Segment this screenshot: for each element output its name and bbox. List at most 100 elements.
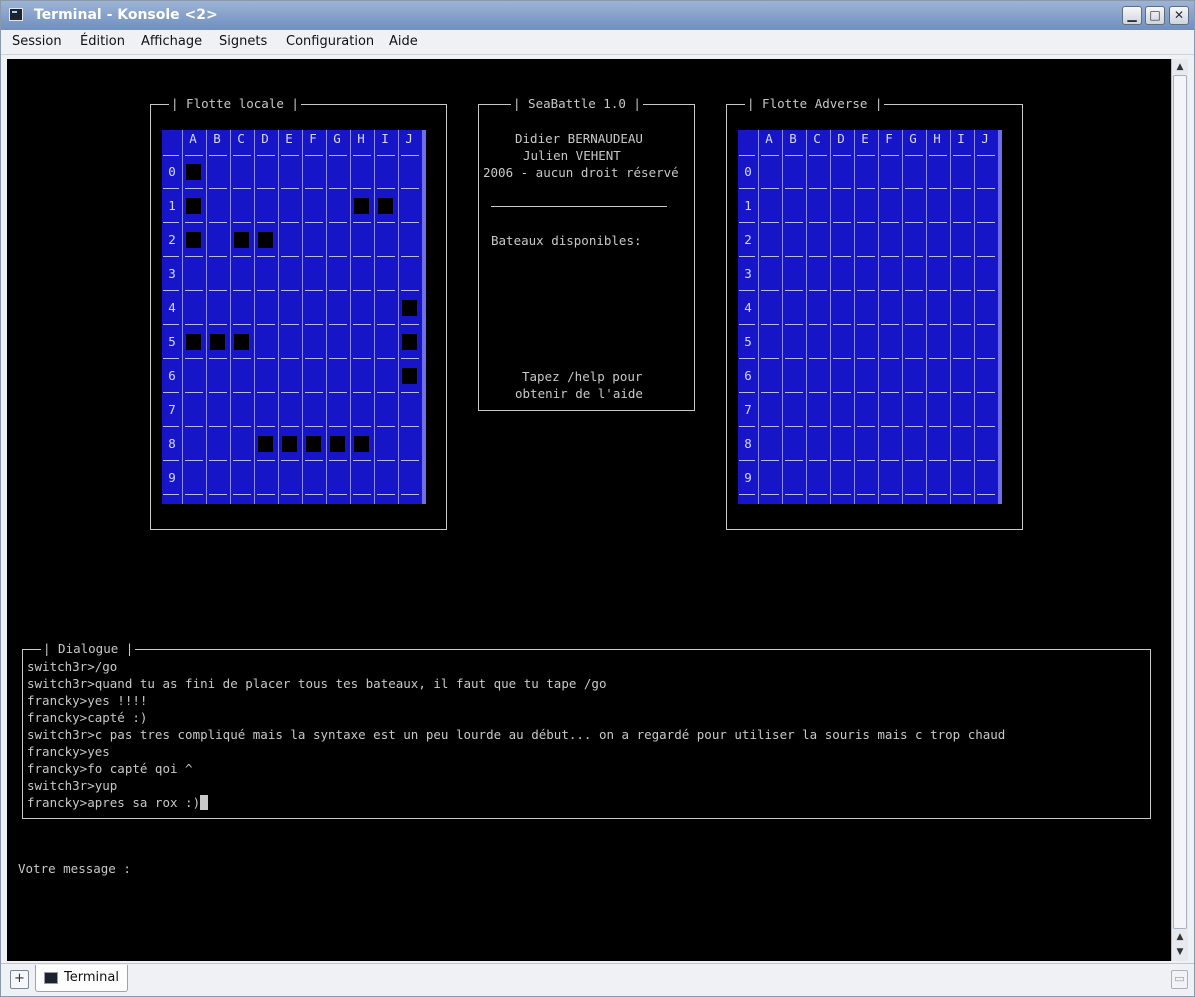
dialogue-line: switch3r>/go xyxy=(27,659,118,674)
close-tab-button[interactable]: ▭ xyxy=(1171,970,1188,989)
grid-line xyxy=(257,222,275,223)
grid-line xyxy=(163,324,179,325)
local-ship-cell[interactable] xyxy=(234,232,249,248)
terminal-screen[interactable]: | Flotte locale | A B C D E F G H I J 0 1 2 3 4 5 6 7 8 9 |… xyxy=(7,59,1171,961)
local-ship-cell[interactable] xyxy=(186,198,201,214)
adverse-col-header: A xyxy=(765,131,773,146)
grid-line xyxy=(257,460,275,461)
local-ship-cell[interactable] xyxy=(402,368,417,384)
vertical-scrollbar[interactable]: ▲ ▲ ▼ xyxy=(1171,59,1188,961)
menu-signets[interactable]: Signets xyxy=(219,34,267,49)
grid-line xyxy=(305,460,323,461)
grid-line xyxy=(305,222,323,223)
local-ship-cell[interactable] xyxy=(330,436,345,452)
adverse-fleet-title: | Flotte Adverse | xyxy=(745,96,885,112)
grid-line xyxy=(233,426,251,427)
grid-line xyxy=(739,324,755,325)
grid-line xyxy=(953,222,971,223)
local-row-header: 1 xyxy=(168,198,176,213)
grid-line xyxy=(163,188,179,189)
message-input[interactable] xyxy=(147,857,1157,877)
grid-line xyxy=(785,324,803,325)
title-bar[interactable]: Terminal - Konsole <2> ▁ □ ✕ xyxy=(1,1,1194,30)
grid-line xyxy=(977,188,995,189)
grid-line xyxy=(857,155,875,156)
local-ship-cell[interactable] xyxy=(258,232,273,248)
grid-line xyxy=(785,494,803,495)
grid-line xyxy=(857,188,875,189)
close-window-button[interactable]: ✕ xyxy=(1169,6,1189,25)
grid-line xyxy=(761,222,779,223)
new-tab-button[interactable]: + xyxy=(10,970,29,989)
grid-line xyxy=(401,392,419,393)
local-ship-cell[interactable] xyxy=(402,300,417,316)
menu-affichage[interactable]: Affichage xyxy=(141,34,202,49)
tab-terminal[interactable]: Terminal xyxy=(35,965,128,992)
minimize-button[interactable]: ▁ xyxy=(1122,6,1142,25)
local-row-header: 8 xyxy=(168,436,176,451)
local-ship-cell[interactable] xyxy=(210,334,225,350)
author-1: Didier BERNAUDEAU xyxy=(515,131,643,146)
local-ship-cell[interactable] xyxy=(258,436,273,452)
grid-line xyxy=(977,358,995,359)
grid-line xyxy=(881,494,899,495)
scroll-up-icon[interactable]: ▲ xyxy=(1173,60,1187,74)
grid-line xyxy=(257,426,275,427)
terminal-app-icon[interactable] xyxy=(9,8,23,21)
grid-line xyxy=(257,256,275,257)
menu-aide[interactable]: Aide xyxy=(389,34,418,49)
grid-line xyxy=(377,188,395,189)
grid-line xyxy=(785,358,803,359)
grid-line xyxy=(257,188,275,189)
grid-line xyxy=(281,494,299,495)
local-row-header: 9 xyxy=(168,470,176,485)
local-ship-cell[interactable] xyxy=(306,436,321,452)
adverse-col-header: I xyxy=(957,131,965,146)
grid-line xyxy=(305,256,323,257)
local-ship-cell[interactable] xyxy=(186,164,201,180)
local-ship-cell[interactable] xyxy=(186,232,201,248)
local-ship-cell[interactable] xyxy=(234,334,249,350)
scroll-down-icon[interactable]: ▼ xyxy=(1173,945,1187,959)
grid-line xyxy=(833,256,851,257)
scrollbar-thumb[interactable] xyxy=(1173,75,1187,929)
local-col-header: D xyxy=(261,131,269,146)
scroll-up-icon[interactable]: ▲ xyxy=(1173,930,1187,944)
local-fleet-board[interactable]: A B C D E F G H I J 0 1 2 3 4 5 6 7 8 9 xyxy=(162,130,426,504)
grid-line xyxy=(209,324,227,325)
grid-line xyxy=(185,188,203,189)
grid-line xyxy=(377,155,395,156)
dialogue-line: switch3r>c pas tres compliqué mais la sy… xyxy=(27,727,1006,742)
menu-edition[interactable]: Édition xyxy=(80,34,125,49)
grid-line xyxy=(809,324,827,325)
grid-line xyxy=(857,222,875,223)
maximize-button[interactable]: □ xyxy=(1145,6,1165,25)
menu-configuration[interactable]: Configuration xyxy=(286,34,374,49)
local-ship-cell[interactable] xyxy=(354,436,369,452)
grid-line xyxy=(857,358,875,359)
grid-line xyxy=(302,130,303,504)
grid-line xyxy=(257,392,275,393)
grid-line xyxy=(401,222,419,223)
menu-session[interactable]: Session xyxy=(12,34,62,49)
local-row-header: 7 xyxy=(168,402,176,417)
grid-line xyxy=(329,392,347,393)
adverse-fleet-board[interactable]: A B C D E F G H I J 0 1 2 3 4 5 6 7 8 9 xyxy=(738,130,1002,504)
grid-line xyxy=(929,155,947,156)
grid-line xyxy=(233,256,251,257)
message-prompt-label: Votre message : xyxy=(18,861,131,876)
local-ship-cell[interactable] xyxy=(282,436,297,452)
local-ship-cell[interactable] xyxy=(186,334,201,350)
help-line-1: Tapez /help pour xyxy=(522,369,643,384)
local-ship-cell[interactable] xyxy=(402,334,417,350)
grid-line xyxy=(857,324,875,325)
grid-line xyxy=(833,222,851,223)
grid-line xyxy=(182,130,183,504)
grid-line xyxy=(305,290,323,291)
local-ship-cell[interactable] xyxy=(378,198,393,214)
grid-line xyxy=(833,426,851,427)
grid-line xyxy=(809,358,827,359)
grid-line xyxy=(233,358,251,359)
local-ship-cell[interactable] xyxy=(354,198,369,214)
adverse-row-header: 8 xyxy=(744,436,752,451)
